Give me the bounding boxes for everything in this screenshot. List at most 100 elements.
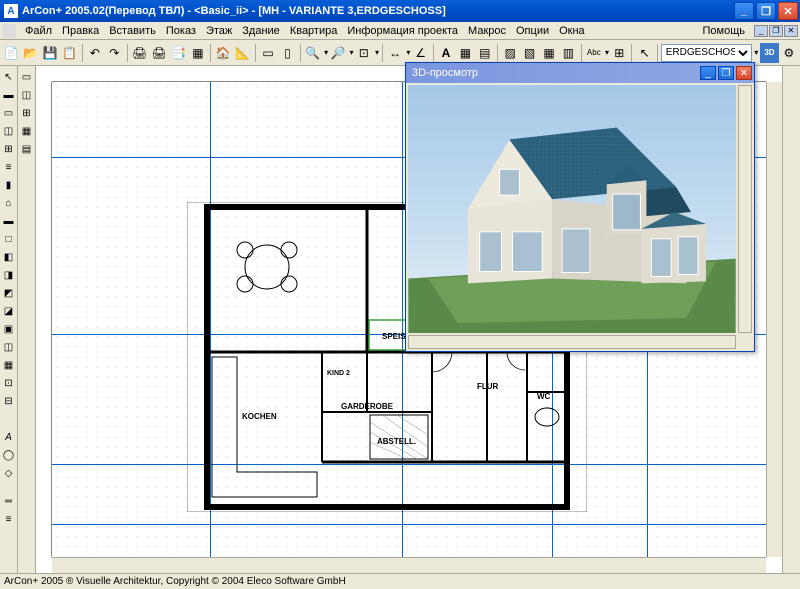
tb-redo[interactable]: ↷: [105, 43, 123, 63]
tb-abc[interactable]: Abc: [585, 43, 603, 63]
menu-help[interactable]: Помощь: [698, 25, 751, 37]
menu-view[interactable]: Показ: [161, 25, 201, 37]
tb-win[interactable]: ▭: [259, 43, 277, 63]
lt-obj3[interactable]: ◩: [1, 285, 17, 301]
tb-zoom-out-dd[interactable]: ▾: [350, 48, 354, 57]
tb-fit[interactable]: ⊡: [355, 43, 373, 63]
maximize-button[interactable]: ❐: [756, 2, 776, 20]
tb-angle[interactable]: ∠: [411, 43, 429, 63]
menu-floor[interactable]: Этаж: [201, 25, 237, 37]
tb-layers[interactable]: ▦: [189, 43, 207, 63]
tb-3d[interactable]: 🏠: [214, 43, 232, 63]
tb-abc-dd[interactable]: ▾: [605, 48, 609, 57]
lt-obj1[interactable]: ◧: [1, 249, 17, 265]
lt-roof[interactable]: ⌂: [1, 195, 17, 211]
lt-obj2[interactable]: ◨: [1, 267, 17, 283]
lt2-1[interactable]: ▭: [19, 69, 35, 85]
lt-stairs[interactable]: ≡: [1, 159, 17, 175]
mdi-restore-button[interactable]: ❐: [769, 25, 783, 37]
tb-new[interactable]: 📄: [2, 43, 20, 63]
lt-slab[interactable]: ▬: [1, 213, 17, 229]
right-toolbar: [782, 66, 800, 573]
lt-column[interactable]: ▮: [1, 177, 17, 193]
lt-obj9[interactable]: ⊟: [1, 393, 17, 409]
tb-hatch2[interactable]: ▧: [520, 43, 538, 63]
tb-hatch3[interactable]: ▦: [540, 43, 558, 63]
tb-grid2[interactable]: ▤: [476, 43, 494, 63]
mdi-minimize-button[interactable]: _: [754, 25, 768, 37]
lt-shape2[interactable]: ◇: [1, 465, 17, 481]
lt2-4[interactable]: ▦: [19, 123, 35, 139]
minimize-button[interactable]: _: [734, 2, 754, 20]
tb-print[interactable]: 🖨: [130, 43, 148, 63]
tb-zoom-dd[interactable]: ▾: [324, 48, 328, 57]
lt-obj8[interactable]: ⊡: [1, 375, 17, 391]
lt2-2[interactable]: ◫: [19, 87, 35, 103]
tb-undo[interactable]: ↶: [86, 43, 104, 63]
preview-titlebar[interactable]: 3D-просмотр _ ❐ ✕: [406, 63, 754, 83]
tb-save[interactable]: 💾: [41, 43, 59, 63]
preview-maximize-button[interactable]: ❐: [718, 66, 734, 80]
tb-settings[interactable]: ⚙: [780, 43, 798, 63]
tb-zoom-in[interactable]: 🔍: [304, 43, 322, 63]
preview-scrollbar-h[interactable]: [408, 335, 736, 349]
tb-win2[interactable]: ▯: [278, 43, 296, 63]
window-titlebar: A ArCon+ 2005.02(Перевод ТВЛ) - <Basic_i…: [0, 0, 800, 22]
lt-obj5[interactable]: ▣: [1, 321, 17, 337]
lt-window[interactable]: ⊞: [1, 141, 17, 157]
tb-dim[interactable]: ↔: [386, 43, 404, 63]
tb-print3[interactable]: 📑: [169, 43, 187, 63]
mdi-close-button[interactable]: ✕: [784, 25, 798, 37]
tb-3d-mode[interactable]: 3D: [760, 43, 778, 63]
tb-3d2[interactable]: 📐: [234, 43, 252, 63]
tb-misc1[interactable]: ⊞: [610, 43, 628, 63]
lt-measure2[interactable]: ≡: [1, 511, 17, 527]
menu-apartment[interactable]: Квартира: [285, 25, 343, 37]
tb-fit-dd[interactable]: ▾: [375, 48, 379, 57]
tb-hatch4[interactable]: ▥: [559, 43, 577, 63]
tb-open[interactable]: 📂: [21, 43, 39, 63]
lt-select[interactable]: ↖: [1, 69, 17, 85]
preview-3d-canvas[interactable]: [408, 85, 736, 333]
floor-dd[interactable]: ▾: [754, 48, 758, 57]
menu-macro[interactable]: Макрос: [463, 25, 511, 37]
tb-zoom-out[interactable]: 🔎: [329, 43, 347, 63]
scrollbar-horizontal[interactable]: [52, 557, 766, 573]
tb-arrow-tool[interactable]: ↖: [635, 43, 653, 63]
lt2-3[interactable]: ⊞: [19, 105, 35, 121]
tb-grid[interactable]: ▦: [456, 43, 474, 63]
lt-obj6[interactable]: ◫: [1, 339, 17, 355]
window-title: ArCon+ 2005.02(Перевод ТВЛ) - <Basic_ii>…: [22, 5, 734, 17]
lt-room[interactable]: □: [1, 231, 17, 247]
tb-save2[interactable]: 📋: [60, 43, 78, 63]
preview-minimize-button[interactable]: _: [700, 66, 716, 80]
menu-building[interactable]: Здание: [237, 25, 285, 37]
lt-obj4[interactable]: ◪: [1, 303, 17, 319]
lt-wall2[interactable]: ▭: [1, 105, 17, 121]
tb-text[interactable]: A: [437, 43, 455, 63]
preview-close-button[interactable]: ✕: [736, 66, 752, 80]
menu-file[interactable]: Файл: [20, 25, 57, 37]
close-button[interactable]: ✕: [778, 2, 798, 20]
room-label-wc: WC: [537, 392, 550, 401]
scrollbar-vertical[interactable]: [766, 82, 782, 557]
preview-scrollbar-v[interactable]: [738, 85, 752, 333]
lt2-5[interactable]: ▤: [19, 141, 35, 157]
lt-wall[interactable]: ▬: [1, 87, 17, 103]
menu-options[interactable]: Опции: [511, 25, 554, 37]
tb-dim-dd[interactable]: ▾: [406, 48, 410, 57]
lt-door[interactable]: ◫: [1, 123, 17, 139]
lt-obj7[interactable]: ▦: [1, 357, 17, 373]
tb-print2[interactable]: 🖨: [150, 43, 168, 63]
floor-select[interactable]: ERDGESCHOSS: [661, 44, 752, 62]
preview-window[interactable]: 3D-просмотр _ ❐ ✕: [405, 62, 755, 352]
menu-insert[interactable]: Вставить: [104, 25, 161, 37]
tb-hatch1[interactable]: ▨: [501, 43, 519, 63]
lt-shape1[interactable]: ◯: [1, 447, 17, 463]
menu-windows[interactable]: Окна: [554, 25, 590, 37]
lt-text2[interactable]: A: [1, 429, 17, 445]
guide-line[interactable]: [52, 524, 766, 525]
lt-measure[interactable]: ═: [1, 493, 17, 509]
menu-project-info[interactable]: Информация проекта: [342, 25, 463, 37]
menu-edit[interactable]: Правка: [57, 25, 104, 37]
